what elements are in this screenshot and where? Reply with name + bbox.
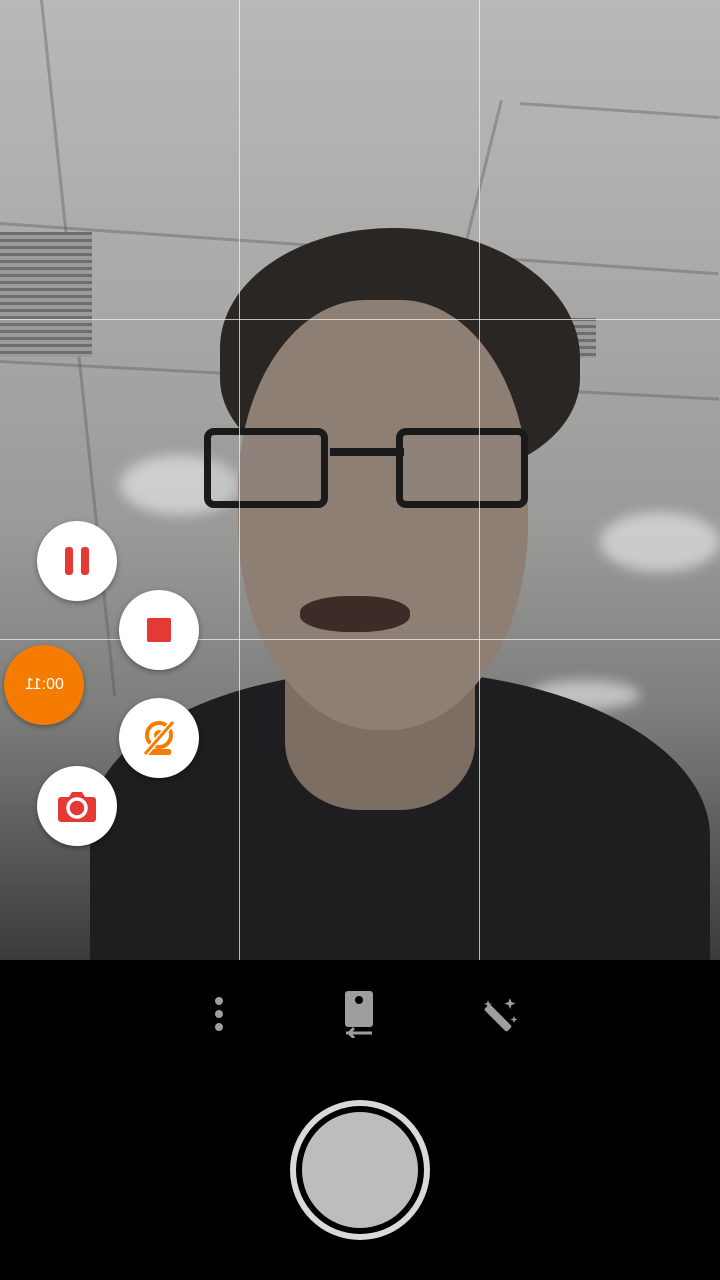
more-options-button[interactable] xyxy=(195,990,243,1038)
ceiling-vent xyxy=(0,232,92,357)
camera-icon xyxy=(58,792,96,822)
grid-line-horizontal xyxy=(0,319,720,320)
glasses-lens xyxy=(204,428,328,508)
grid-line-horizontal xyxy=(0,639,720,640)
glasses-lens xyxy=(396,428,528,508)
ceiling-light xyxy=(600,512,720,572)
person-face xyxy=(238,300,528,730)
person-mouth xyxy=(300,596,410,632)
ceiling-beam xyxy=(519,102,720,119)
grid-line-vertical xyxy=(479,0,480,960)
grid-line-vertical xyxy=(239,0,240,960)
pause-button[interactable] xyxy=(37,521,117,601)
stabilization-off-icon xyxy=(142,720,176,756)
shutter-button[interactable] xyxy=(290,1100,430,1240)
stabilization-toggle-button[interactable] xyxy=(119,698,199,778)
snapshot-button[interactable] xyxy=(37,766,117,846)
glasses-bridge xyxy=(330,448,404,456)
shutter-ring-gap xyxy=(296,1106,424,1234)
recording-timer: 00:11 xyxy=(4,645,84,725)
stop-button[interactable] xyxy=(119,590,199,670)
more-vertical-icon xyxy=(215,997,223,1031)
shutter-core xyxy=(302,1112,418,1228)
pause-icon xyxy=(65,547,89,575)
switch-camera-button[interactable] xyxy=(335,990,383,1038)
stop-icon xyxy=(147,618,171,642)
recording-timer-text: 00:11 xyxy=(24,676,64,693)
magic-wand-icon xyxy=(484,998,518,1032)
switch-camera-icon xyxy=(345,991,373,1038)
effects-button[interactable] xyxy=(476,990,524,1038)
